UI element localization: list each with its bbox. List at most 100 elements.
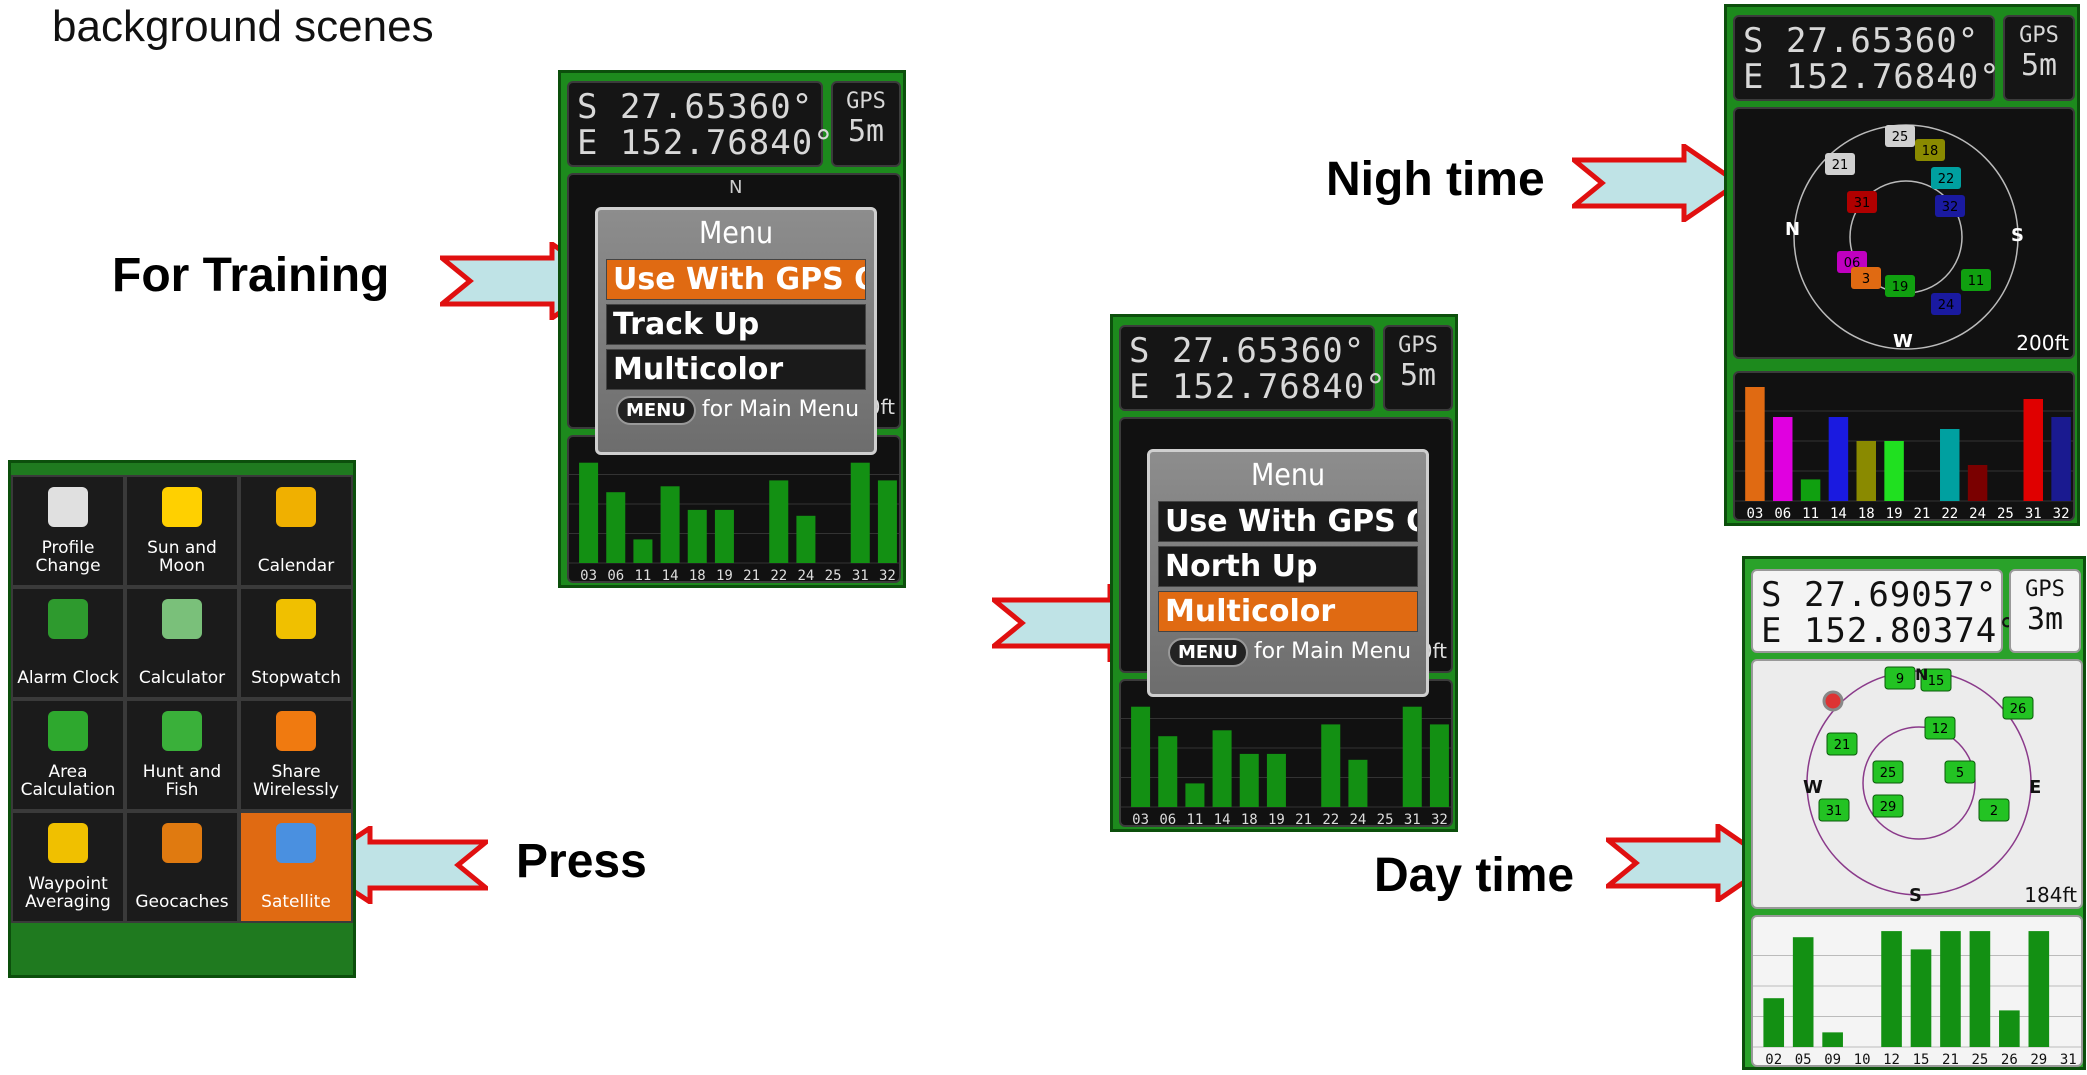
longitude: E 152.76840° xyxy=(1743,57,2001,97)
menu-tile-profile-change[interactable]: Profile Change xyxy=(11,475,125,587)
training-screen: S 27.65360° E 152.76840° GPS 5m N 0ft 03… xyxy=(558,70,906,588)
coordinate-readout: S 27.65360° E 152.76840° xyxy=(1119,325,1386,411)
satellite-label-31: 31 xyxy=(852,568,869,583)
sky-satellite-label-19: 19 xyxy=(1892,280,1909,295)
satellite-label-22: 22 xyxy=(770,568,787,583)
menu-tile-geocaches[interactable]: Geocaches xyxy=(125,811,239,923)
coordinate-readout: S 27.65360° E 152.76840° xyxy=(1733,15,2001,101)
satellite-label-06: 06 xyxy=(1159,812,1176,827)
arrow-nigh-time xyxy=(1572,144,1742,222)
satellite-label-31: 31 xyxy=(2060,1052,2077,1067)
satellite-label-14: 14 xyxy=(1830,506,1847,521)
satellite-label-11: 11 xyxy=(634,568,651,583)
gps-accuracy: GPS 3m xyxy=(2009,569,2081,653)
accuracy-value: 5m xyxy=(1399,358,1437,393)
menu-tile-calendar[interactable]: Calendar xyxy=(239,475,353,587)
signal-bar-22 xyxy=(1940,429,1960,501)
signal-bar-24 xyxy=(1348,759,1368,807)
sky-satellite-label-11: 11 xyxy=(1968,274,1985,289)
compass-south: S xyxy=(2011,225,2024,246)
menu-item-use-with-gps-off[interactable]: Use With GPS Off xyxy=(1158,501,1418,542)
sky-satellite-label-21: 21 xyxy=(1832,158,1849,173)
satellite-label-15: 15 xyxy=(1913,1052,1930,1067)
menu-footer-text: for Main Menu xyxy=(1253,639,1412,664)
signal-bar-03 xyxy=(1745,387,1765,501)
signal-bar-31 xyxy=(2023,399,2043,501)
satellite-label-21: 21 xyxy=(1295,812,1312,827)
satellite-label-19: 19 xyxy=(1886,506,1903,521)
sky-satellite-label-12: 12 xyxy=(1932,722,1949,737)
signal-bar-chart: 02 05 09 10 12 15 21 25 26 29 31 xyxy=(1753,931,2081,1067)
satellite-label-02: 02 xyxy=(1765,1052,1782,1067)
gps-label: GPS xyxy=(1398,333,1438,358)
coordinate-readout: S 27.69057° E 152.80374° xyxy=(1751,569,2019,653)
menu-tile-sun-and-moon[interactable]: Sun and Moon xyxy=(125,475,239,587)
label-for-training: For Training xyxy=(112,249,390,302)
menu-tile-label: Satellite xyxy=(261,892,331,912)
menu-tile-label: Hunt and Fish xyxy=(142,762,222,800)
sky-satellite-label-26: 26 xyxy=(2010,702,2027,717)
profile-change-icon xyxy=(48,487,88,527)
area-calculation-icon xyxy=(48,711,88,751)
menu-tile-label: Calendar xyxy=(257,556,335,576)
gps-accuracy: GPS 5m xyxy=(2003,15,2075,101)
signal-bar-31 xyxy=(850,462,870,563)
sky-satellite-label-15: 15 xyxy=(1928,674,1945,689)
sun-moon-icon xyxy=(162,487,202,527)
longitude: E 152.76840° xyxy=(577,123,835,163)
menu-tile-calculator[interactable]: Calculator xyxy=(125,587,239,699)
signal-bar-19 xyxy=(1884,441,1904,501)
signal-bar-03 xyxy=(1131,706,1151,807)
satellite-label-21: 21 xyxy=(743,568,760,583)
signal-bar-19 xyxy=(1266,753,1286,807)
signal-bar-14 xyxy=(1828,417,1849,501)
signal-bars: 03 06 11 14 18 19 21 22 24 25 31 32 xyxy=(1733,371,2075,521)
satellite-label-19: 19 xyxy=(716,568,733,583)
menu-item-north-up[interactable]: North Up xyxy=(1158,546,1418,587)
menu-tile-stopwatch[interactable]: Stopwatch xyxy=(239,587,353,699)
options-menu: Menu Use With GPS OffNorth UpMulticolor … xyxy=(1147,449,1429,697)
satellite-label-31: 31 xyxy=(2025,506,2042,521)
waypoint-averaging-icon xyxy=(48,823,88,863)
menu-tile-hunt-and-fish[interactable]: Hunt and Fish xyxy=(125,699,239,811)
menu-tile-waypoint-averaging[interactable]: Waypoint Averaging xyxy=(11,811,125,923)
menu-tile-satellite[interactable]: Satellite xyxy=(239,811,353,923)
menu-key: MENU xyxy=(616,396,696,425)
gps-accuracy: GPS 5m xyxy=(1383,325,1453,411)
satellite-label-25: 25 xyxy=(1971,1052,1988,1067)
menu-item-multicolor[interactable]: Multicolor xyxy=(606,349,866,390)
satellite-label-12: 12 xyxy=(1883,1052,1900,1067)
menu-item-multicolor[interactable]: Multicolor xyxy=(1158,591,1418,632)
signal-bar-26 xyxy=(1999,1010,2020,1047)
menu-title: Menu xyxy=(698,216,774,251)
satellite-label-05: 05 xyxy=(1795,1052,1812,1067)
signal-bar-11 xyxy=(633,539,653,563)
signal-bar-19 xyxy=(714,509,734,563)
signal-bar-25 xyxy=(1969,931,1991,1047)
signal-bar-29 xyxy=(2028,931,2050,1047)
sky-satellite-label-5: 5 xyxy=(1956,766,1964,781)
longitude: E 152.80374° xyxy=(1761,611,2019,651)
menu-item-use-with-gps-off[interactable]: Use With GPS Off xyxy=(606,259,866,300)
menu-item-track-up[interactable]: Track Up xyxy=(606,304,866,345)
signal-bar-chart: 03 06 11 14 18 19 21 22 24 25 31 32 xyxy=(569,462,899,583)
menu-tile-area-calculation[interactable]: Area Calculation xyxy=(11,699,125,811)
signal-bar-24 xyxy=(1967,465,1988,501)
gps-label: GPS xyxy=(2019,23,2059,48)
menu-tile-share-wirelessly[interactable]: Share Wirelessly xyxy=(239,699,353,811)
compass-east: E xyxy=(2029,777,2042,798)
signal-bar-32 xyxy=(2051,417,2071,501)
menu-tile-alarm-clock[interactable]: Alarm Clock xyxy=(11,587,125,699)
menu-key: MENU xyxy=(1168,638,1248,667)
main-menu-grid: Profile Change Sun and Moon Calendar Alarm … xyxy=(8,460,356,978)
latitude: S 27.65360° xyxy=(577,87,814,127)
satellite-label-06: 06 xyxy=(607,568,624,583)
range-scale: 200ft xyxy=(2016,331,2069,355)
menu-tile-label: Geocaches xyxy=(135,892,229,912)
sky-satellite-label-29: 29 xyxy=(1880,800,1897,815)
hunt-fish-icon xyxy=(162,711,202,751)
satellite-label-22: 22 xyxy=(1941,506,1958,521)
menu-tile-label: Waypoint Averaging xyxy=(25,874,111,912)
night-screen: S 27.65360° E 152.76840° GPS 5m 25 18 21 22… xyxy=(1724,4,2080,526)
signal-bar-22 xyxy=(769,480,789,563)
